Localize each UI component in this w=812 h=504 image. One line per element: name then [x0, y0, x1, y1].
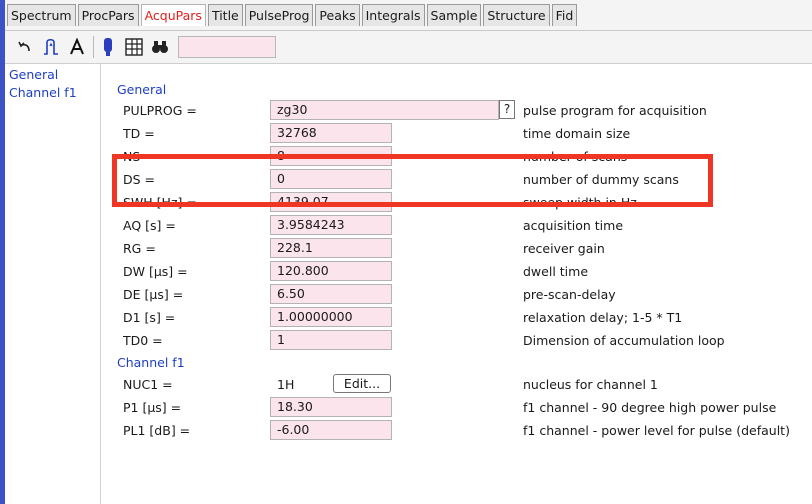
tab-acqupars[interactable]: AcquPars — [140, 4, 206, 26]
d1-field[interactable]: 1.00000000 — [270, 307, 392, 327]
de-field[interactable]: 6.50 — [270, 284, 392, 304]
param-description: number of dummy scans — [523, 172, 679, 187]
nav-item-channel-f1[interactable]: Channel f1 — [5, 84, 100, 102]
toolbar — [5, 31, 812, 63]
ds-field[interactable]: 0 — [270, 169, 392, 189]
param-description: f1 channel - power level for pulse (defa… — [523, 423, 790, 438]
param-description: pulse program for acquisition — [523, 103, 707, 118]
swh-field[interactable]: 4139.07 — [270, 192, 392, 212]
param-label: D1 [s] = — [123, 310, 176, 325]
param-row-td: TD = 32768 time domain size — [115, 122, 812, 145]
param-description: f1 channel - 90 degree high power pulse — [523, 400, 777, 415]
tab-integrals[interactable]: Integrals — [361, 4, 425, 26]
tab-peaks[interactable]: Peaks — [315, 4, 360, 26]
dw-field[interactable]: 120.800 — [270, 261, 392, 281]
tab-sample[interactable]: Sample — [426, 4, 482, 26]
param-row-dw: DW [µs] = 120.800 dwell time — [115, 260, 812, 283]
aq-field[interactable]: 3.9584243 — [270, 215, 392, 235]
param-description: time domain size — [523, 126, 631, 141]
param-description: relaxation delay; 1-5 * T1 — [523, 310, 683, 325]
nuc1-edit-button[interactable]: Edit... — [333, 374, 391, 393]
param-row-p1: P1 [µs] = 18.30 f1 channel - 90 degree h… — [115, 396, 812, 419]
param-label: NS = — [123, 149, 155, 164]
param-description: Dimension of accumulation loop — [523, 333, 725, 348]
tab-pulseprog[interactable]: PulseProg — [244, 4, 314, 26]
param-label: P1 [µs] = — [123, 400, 182, 415]
search-input[interactable] — [178, 36, 276, 58]
param-row-nuc1: NUC1 = 1H Edit... nucleus for channel 1 — [115, 373, 812, 396]
param-label: TD = — [123, 126, 155, 141]
param-row-de: DE [µs] = 6.50 pre-scan-delay — [115, 283, 812, 306]
param-description: pre-scan-delay — [523, 287, 616, 302]
font-a-icon[interactable] — [65, 35, 89, 59]
rg-field[interactable]: 228.1 — [270, 238, 392, 258]
param-label: PL1 [dB] = — [123, 423, 191, 438]
param-label: PULPROG = — [123, 103, 197, 118]
param-label: TD0 = — [123, 333, 163, 348]
toolbar-separator — [93, 36, 94, 58]
param-description: receiver gain — [523, 241, 605, 256]
tab-title[interactable]: Title — [207, 4, 243, 26]
param-row-d1: D1 [s] = 1.00000000 relaxation delay; 1-… — [115, 306, 812, 329]
param-label: DE [µs] = — [123, 287, 184, 302]
section-nav: General Channel f1 — [5, 64, 101, 504]
probe-icon[interactable] — [96, 35, 120, 59]
tab-fid[interactable]: Fid — [551, 4, 578, 26]
param-label: SWH [Hz] = — [123, 195, 197, 210]
param-description: sweep width in Hz — [523, 195, 637, 210]
param-label: DW [µs] = — [123, 264, 188, 279]
tab-structure[interactable]: Structure — [483, 4, 550, 26]
param-label: RG = — [123, 241, 156, 256]
undo-icon[interactable] — [13, 35, 37, 59]
pulprog-help-button[interactable]: ? — [499, 100, 515, 119]
param-row-pulprog: PULPROG = zg30 ? pulse program for acqui… — [115, 99, 812, 122]
section-title-general: General — [117, 82, 167, 97]
nav-item-general[interactable]: General — [5, 66, 100, 84]
param-row-ds: DS = 0 number of dummy scans — [115, 168, 812, 191]
param-label: AQ [s] = — [123, 218, 176, 233]
tab-spectrum[interactable]: Spectrum — [7, 4, 76, 26]
table-icon[interactable] — [122, 35, 146, 59]
td-field[interactable]: 32768 — [270, 123, 392, 143]
pulprog-field[interactable]: zg30 — [270, 100, 499, 120]
p1-field[interactable]: 18.30 — [270, 397, 392, 417]
param-label: DS = — [123, 172, 156, 187]
tab-procpars[interactable]: ProcPars — [77, 4, 139, 26]
pulse-icon[interactable] — [39, 35, 63, 59]
ns-field[interactable]: 8 — [270, 146, 392, 166]
section-title-channel-f1: Channel f1 — [117, 355, 185, 370]
param-description: nucleus for channel 1 — [523, 377, 658, 392]
tab-strip: Spectrum ProcPars AcquPars Title PulsePr… — [5, 0, 812, 31]
param-description: acquisition time — [523, 218, 624, 233]
param-row-pl1: PL1 [dB] = -6.00 f1 channel - power leve… — [115, 419, 812, 442]
param-description: number of scans — [523, 149, 628, 164]
param-label: NUC1 = — [123, 377, 173, 392]
acqupars-panel: General Channel f1 General PULPROG = zg3… — [5, 63, 812, 504]
nuc1-value: 1H — [277, 377, 295, 392]
param-row-ns: NS = 8 number of scans — [115, 145, 812, 168]
param-row-swh: SWH [Hz] = 4139.07 sweep width in Hz — [115, 191, 812, 214]
param-row-aq: AQ [s] = 3.9584243 acquisition time — [115, 214, 812, 237]
binoculars-icon[interactable] — [148, 35, 172, 59]
td0-field[interactable]: 1 — [270, 330, 392, 350]
pl1-field[interactable]: -6.00 — [270, 420, 392, 440]
param-description: dwell time — [523, 264, 589, 279]
param-row-rg: RG = 228.1 receiver gain — [115, 237, 812, 260]
param-row-td0: TD0 = 1 Dimension of accumulation loop — [115, 329, 812, 352]
